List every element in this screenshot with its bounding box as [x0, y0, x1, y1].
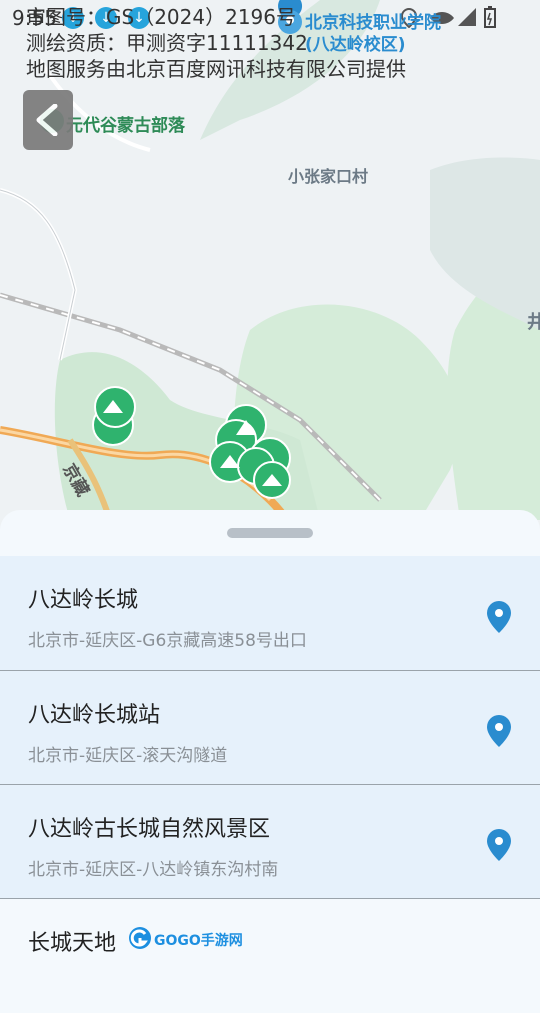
gogo-logo-icon [129, 927, 151, 949]
result-name: 八达岭古长城自然风景区 [28, 817, 271, 842]
village-label: 小张家口村 [288, 167, 369, 186]
location-pin-icon[interactable] [486, 600, 512, 634]
result-item[interactable]: 八达岭长城 北京市-延庆区-G6京藏高速58号出口 [0, 556, 540, 670]
result-address: 北京市-延庆区-八达岭镇东沟村南 [28, 860, 279, 880]
result-name: 八达岭长城 [28, 588, 139, 613]
poi-yuandaigu-label[interactable]: 元代谷蒙古部落 [66, 111, 185, 136]
back-button[interactable] [23, 90, 73, 150]
map-edge-label: 井 [527, 312, 540, 333]
result-item[interactable]: 八达岭长城站 北京市-延庆区-滚天沟隧道 [0, 671, 540, 785]
result-name: 八达岭长城站 [28, 703, 161, 728]
chevron-left-icon [36, 104, 58, 136]
poi-college-subname: (八达岭校区) [305, 35, 406, 55]
sheet-drag-handle[interactable] [227, 528, 313, 538]
poi-college-label[interactable]: 北京科技职业学院 (八达岭校区) [305, 12, 441, 56]
copyright-line: 地图服务由北京百度网讯科技有限公司提供 [26, 57, 406, 81]
result-address: 北京市-延庆区-G6京藏高速58号出口 [28, 631, 307, 651]
result-name: 长城天地 [28, 931, 117, 956]
location-pin-icon[interactable] [486, 828, 512, 862]
result-address: 北京市-延庆区-滚天沟隧道 [28, 746, 228, 766]
poi-college-name: 北京科技职业学院 [305, 13, 441, 33]
result-item[interactable]: 八达岭古长城自然风景区 北京市-延庆区-八达岭镇东沟村南 [0, 785, 540, 899]
location-pin-icon[interactable] [486, 714, 512, 748]
watermark-text: GOGO手游网 [154, 933, 243, 949]
signal-icon [458, 8, 476, 26]
result-item[interactable]: 长城天地 [0, 899, 540, 1013]
battery-icon [484, 6, 496, 28]
